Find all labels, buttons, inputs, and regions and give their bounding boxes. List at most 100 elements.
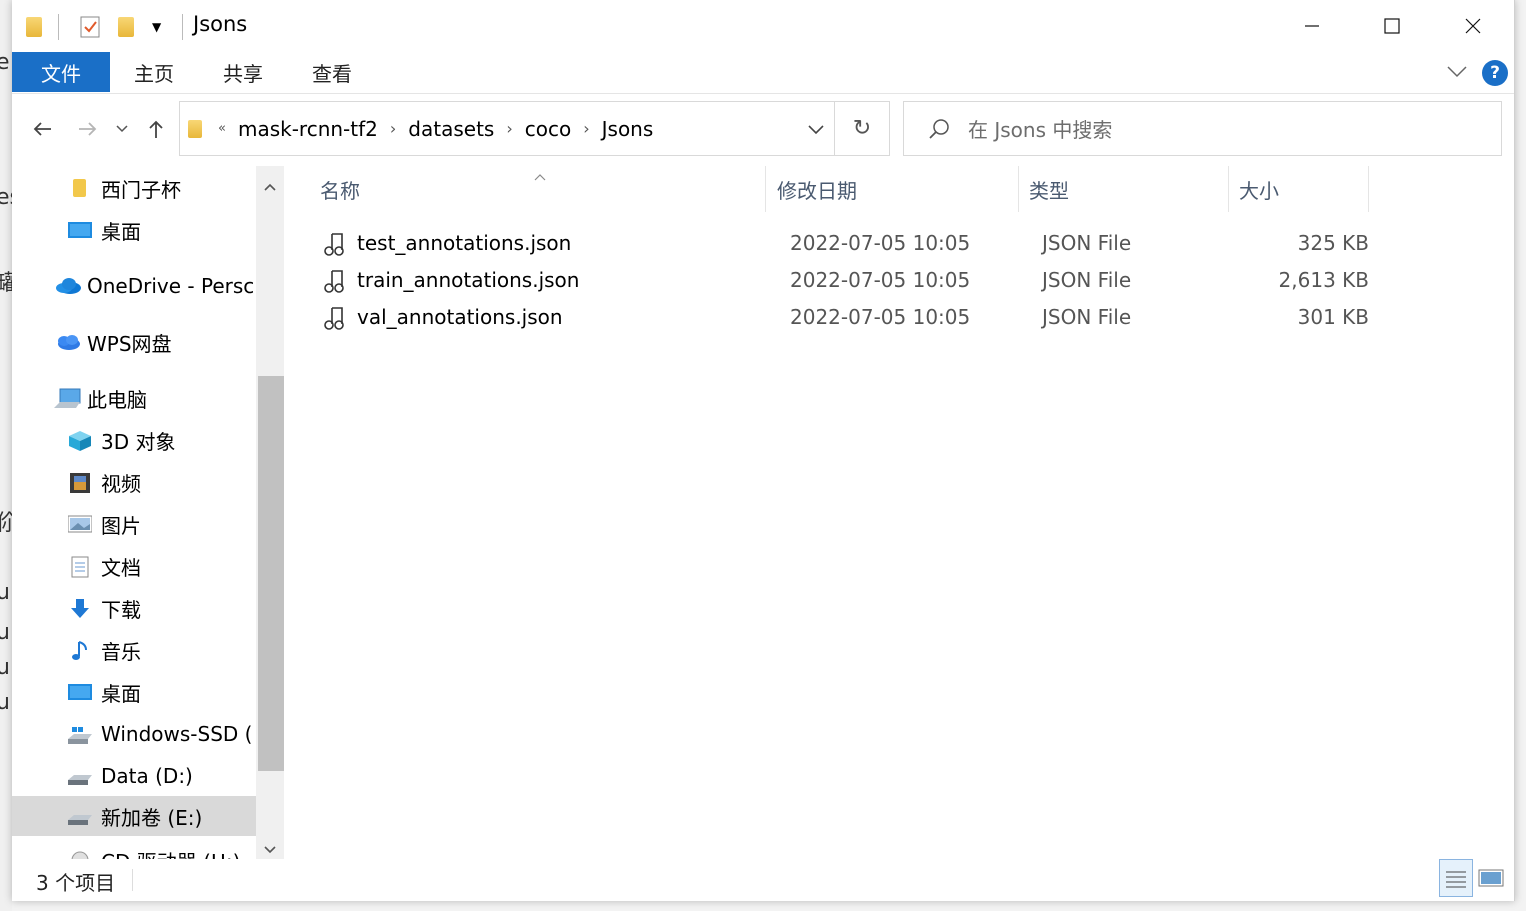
new-folder-icon[interactable] — [118, 14, 134, 40]
file-size-cell: 301 KB — [1297, 304, 1369, 329]
nav-item-new-volume-e[interactable]: 新加卷 (E:) — [12, 796, 256, 836]
breadcrumb-item[interactable]: datasets — [402, 117, 500, 141]
file-size-cell: 2,613 KB — [1278, 267, 1369, 292]
properties-icon[interactable] — [80, 14, 100, 40]
close-button[interactable] — [1433, 0, 1513, 52]
nav-item-this-pc[interactable]: 此电脑 — [54, 378, 147, 418]
address-dropdown-chevron-icon[interactable] — [808, 120, 824, 139]
desktop-icon — [68, 682, 92, 702]
json-file-icon — [324, 306, 344, 330]
folder-icon — [188, 119, 202, 138]
nav-item-desktop-2[interactable]: 桌面 — [68, 672, 141, 712]
breadcrumb-item[interactable]: coco — [519, 117, 577, 141]
nav-item-cd-drive-h[interactable]: CD 驱动器 (H:) — [68, 840, 240, 859]
minimize-button[interactable] — [1272, 0, 1352, 52]
tab-share[interactable]: 共享 — [212, 52, 274, 92]
file-name-cell: val_annotations.json — [324, 298, 563, 335]
file-type-cell: JSON File — [1042, 267, 1132, 292]
folder-icon — [68, 178, 92, 198]
status-bar: 3 个项目 — [12, 859, 1514, 901]
divider — [58, 14, 59, 40]
search-placeholder: 在 Jsons 中搜索 — [968, 118, 1113, 142]
details-view-button[interactable] — [1439, 859, 1473, 897]
windows-drive-icon — [68, 724, 92, 744]
customize-toolbar-chevron-icon[interactable]: ▼ — [152, 14, 161, 40]
forward-arrow-icon[interactable] — [74, 108, 102, 150]
breadcrumb-item[interactable]: mask-rcnn-tf2 — [232, 117, 384, 141]
pictures-icon — [67, 514, 93, 534]
search-icon — [929, 118, 949, 139]
tab-view[interactable]: 查看 — [302, 52, 362, 92]
file-explorer-window: ▼ Jsons 文件 主页 共享 查看 ? « mask-rcnn-tf2 › … — [12, 0, 1515, 901]
chevron-right-icon[interactable]: › — [500, 119, 518, 138]
nav-item-data-d[interactable]: Data (D:) — [68, 756, 193, 796]
nav-item-pictures[interactable]: 图片 — [67, 504, 141, 544]
file-name-cell: train_annotations.json — [324, 261, 579, 298]
onedrive-icon — [54, 276, 81, 296]
file-list: 名称 修改日期 类型 大小 test_annotations.json 2022… — [286, 166, 1514, 859]
scroll-up-icon[interactable] — [264, 176, 276, 195]
column-header-name[interactable]: 名称 — [310, 166, 766, 212]
nav-item-wps[interactable]: WPS网盘 — [54, 322, 172, 362]
large-icons-view-icon — [1478, 869, 1504, 887]
column-header-size[interactable]: 大小 — [1229, 166, 1369, 212]
column-header-date[interactable]: 修改日期 — [767, 166, 1019, 212]
scroll-down-icon[interactable] — [264, 839, 276, 858]
drive-icon — [68, 766, 92, 786]
column-header-type[interactable]: 类型 — [1019, 166, 1229, 212]
file-type-cell: JSON File — [1042, 304, 1132, 329]
window-title: Jsons — [193, 12, 248, 36]
folder-icon — [26, 14, 42, 40]
expand-ribbon-chevron-icon[interactable] — [1442, 52, 1472, 92]
file-date-cell: 2022-07-05 10:05 — [790, 304, 971, 329]
nav-item-3d-objects[interactable]: 3D 对象 — [68, 420, 175, 460]
video-icon — [68, 472, 92, 493]
recent-locations-chevron-icon[interactable] — [112, 108, 132, 150]
address-bar[interactable]: « mask-rcnn-tf2 › datasets › coco › Json… — [179, 101, 835, 156]
music-icon — [68, 640, 92, 660]
scrollbar-thumb[interactable] — [258, 376, 284, 771]
details-view-icon — [1446, 871, 1466, 888]
maximize-button[interactable] — [1352, 0, 1432, 52]
chevron-right-icon[interactable]: › — [577, 119, 595, 138]
divider — [132, 869, 133, 891]
breadcrumb: « mask-rcnn-tf2 › datasets › coco › Json… — [180, 102, 659, 155]
nav-item-windows-ssd[interactable]: Windows-SSD ( — [68, 714, 252, 754]
tab-home[interactable]: 主页 — [124, 52, 184, 92]
title-bar: ▼ Jsons — [12, 0, 1514, 52]
breadcrumb-item[interactable]: Jsons — [596, 117, 660, 141]
nav-item-videos[interactable]: 视频 — [68, 462, 141, 502]
file-name-cell: test_annotations.json — [324, 224, 571, 261]
nav-item-desktop[interactable]: 桌面 — [68, 210, 141, 250]
table-row[interactable]: test_annotations.json 2022-07-05 10:05 J… — [286, 224, 1386, 261]
json-file-icon — [324, 269, 344, 293]
nav-item-documents[interactable]: 文档 — [68, 546, 141, 586]
computer-icon — [54, 388, 81, 408]
divider — [182, 14, 183, 40]
navigation-pane: 西门子杯 桌面 OneDrive - Persc WPS网盘 此电脑 3D 对象… — [12, 166, 284, 859]
file-type-cell: JSON File — [1042, 230, 1132, 255]
documents-icon — [68, 556, 92, 578]
file-date-cell: 2022-07-05 10:05 — [790, 230, 971, 255]
drive-icon — [68, 806, 92, 826]
desktop-icon — [68, 220, 92, 240]
nav-item-onedrive[interactable]: OneDrive - Persc — [54, 266, 254, 306]
help-icon[interactable]: ? — [1482, 60, 1508, 86]
table-row[interactable]: train_annotations.json 2022-07-05 10:05 … — [286, 261, 1386, 298]
json-file-icon — [324, 232, 344, 256]
back-arrow-icon[interactable] — [28, 108, 56, 150]
nav-item-downloads[interactable]: 下载 — [68, 588, 141, 628]
nav-item-music[interactable]: 音乐 — [68, 630, 141, 670]
overflow-chevron-icon[interactable]: « — [212, 121, 232, 136]
nav-item-xmzb[interactable]: 西门子杯 — [68, 168, 181, 208]
refresh-button[interactable]: ↻ — [835, 101, 890, 156]
up-arrow-icon[interactable] — [142, 108, 170, 150]
tab-file[interactable]: 文件 — [12, 52, 110, 92]
ribbon-tabs: 文件 主页 共享 查看 ? — [12, 52, 1514, 94]
large-icons-view-button[interactable] — [1474, 859, 1508, 897]
background-window-edge: ees罐 伱ubub ubub — [0, 0, 24, 911]
table-row[interactable]: val_annotations.json 2022-07-05 10:05 JS… — [286, 298, 1386, 335]
search-input[interactable]: 在 Jsons 中搜索 — [903, 101, 1502, 156]
chevron-right-icon[interactable]: › — [384, 119, 402, 138]
nav-scrollbar[interactable] — [256, 166, 284, 859]
